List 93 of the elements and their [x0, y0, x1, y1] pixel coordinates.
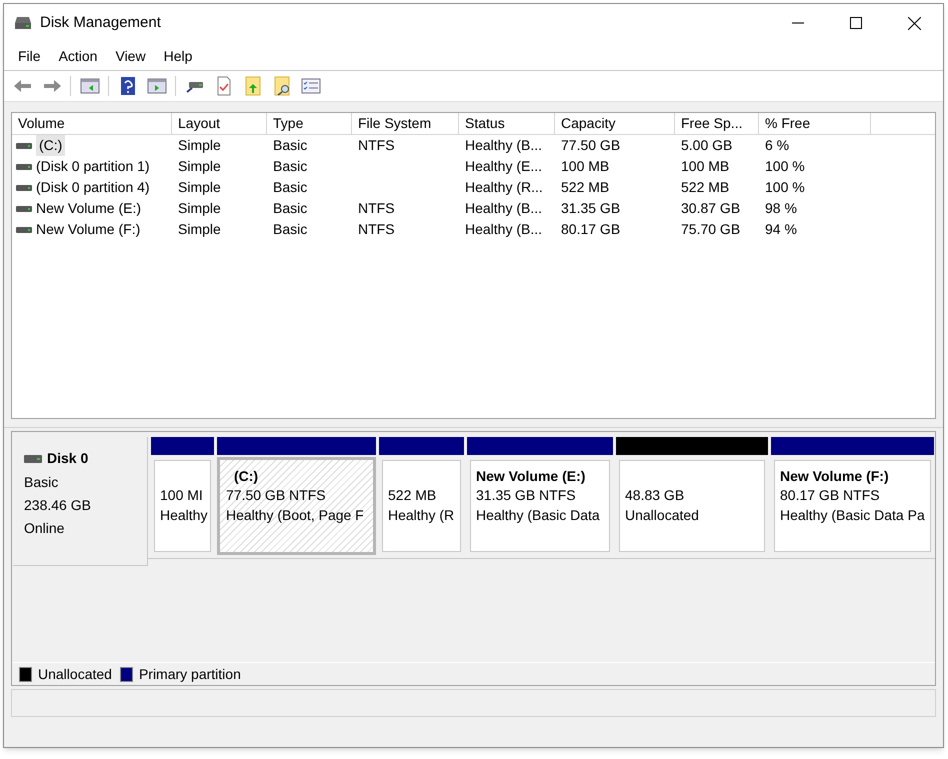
table-cell-text: 30.87 GB — [681, 199, 740, 218]
column-header[interactable]: Status — [459, 113, 555, 134]
partition-size: 48.83 GB — [625, 486, 686, 505]
partition-size: 31.35 GB NTFS — [476, 486, 577, 505]
table-cell-text: NTFS — [358, 199, 395, 218]
window-title: Disk Management — [40, 12, 161, 33]
table-cell-text: 75.70 GB — [681, 220, 740, 239]
table-cell-text: Simple — [178, 199, 221, 218]
partition-title: New Volume (F:) — [780, 467, 890, 485]
partition-status: Healthy (Basic Data Pa — [780, 506, 926, 525]
panel-icon — [80, 76, 100, 96]
partition-block[interactable]: New Volume (E:) 31.35 GB NTFS Healthy (Basic Data — [467, 457, 613, 555]
table-cell-text: Simple — [178, 157, 221, 176]
table-cell-text: Healthy (B... — [465, 220, 542, 239]
disk-size: 238.46 GB — [24, 496, 92, 515]
partition-block[interactable]: 522 MB Healthy (R — [379, 457, 464, 555]
table-cell-text: 100 MB — [561, 157, 610, 176]
disk-label-panel[interactable]: Disk 0 Basic 238.46 GB Online — [13, 437, 148, 566]
partition-block[interactable]: 48.83 GB Unallocated — [616, 457, 768, 555]
menu-item[interactable]: View — [107, 44, 154, 68]
partition-block[interactable]: (C:) 77.50 GB NTFS Healthy (Boot, Page F — [217, 457, 376, 555]
table-cell-text: 77.50 GB — [561, 136, 620, 155]
volume-icon — [16, 142, 32, 148]
table-cell-text: 80.17 GB — [561, 220, 620, 239]
table-cell-text: Basic — [273, 157, 308, 176]
table-cell-text: 100 % — [765, 157, 805, 176]
column-header[interactable]: Capacity — [555, 113, 675, 134]
table-cell-text: NTFS — [358, 136, 395, 155]
drive-label[interactable]: (Disk 0 partition 4) — [36, 177, 150, 198]
partition-title: New Volume (E:) — [476, 467, 586, 485]
disk-name: Disk 0 — [47, 449, 88, 468]
table-cell-text: 522 MB — [561, 178, 610, 197]
menu-item[interactable]: Help — [156, 44, 200, 68]
maximize-icon — [850, 17, 862, 29]
table-cell-text: 98 % — [765, 199, 797, 218]
table-cell-text: 522 MB — [681, 178, 730, 197]
column-header[interactable]: File System — [352, 113, 459, 134]
table-cell-text: Healthy (B... — [465, 136, 542, 155]
legend-label: Primary partition — [138, 664, 241, 684]
volume-icon — [16, 184, 32, 190]
table-cell-text: Basic — [273, 220, 308, 239]
drive-label[interactable]: New Volume (E:) — [36, 198, 142, 219]
properties-icon — [300, 76, 320, 96]
folder-up-icon — [242, 76, 262, 96]
menu-item[interactable]: File — [10, 44, 49, 68]
table-cell-text: Simple — [178, 136, 221, 155]
legend-label: Unallocated — [38, 664, 112, 684]
partition-size: 522 MB — [388, 486, 438, 505]
partition-block[interactable]: New Volume (F:) 80.17 GB NTFS Healthy (Basic Data Pa — [771, 457, 934, 555]
menu-item[interactable]: Action — [50, 44, 106, 68]
panel-icon — [146, 76, 166, 96]
volume-icon — [16, 206, 32, 212]
partition-block[interactable]: 100 MI Healthy — [151, 457, 214, 555]
table-cell-text: 100 % — [765, 178, 805, 197]
search-icon — [272, 76, 292, 96]
partition-title: (C:) — [233, 467, 260, 485]
column-header[interactable]: % Free — [759, 113, 871, 134]
disk-status: Online — [24, 519, 66, 538]
table-cell-text: NTFS — [358, 220, 395, 239]
table-cell-text: Healthy (E... — [465, 157, 542, 176]
table-cell-text: Basic — [273, 136, 308, 155]
column-header[interactable]: Layout — [172, 113, 267, 134]
table-cell-text: Healthy (R... — [465, 178, 543, 197]
partition-status: Healthy (Basic Data — [476, 506, 601, 525]
table-cell-text: Simple — [178, 178, 221, 197]
volume-icon — [16, 164, 32, 170]
table-cell-text: Basic — [273, 199, 308, 218]
partition-size: 100 MI — [160, 486, 204, 505]
partition-status: Healthy — [160, 506, 208, 525]
table-cell-text: 6 % — [765, 136, 790, 155]
table-cell-text: 5.00 GB — [681, 136, 732, 155]
partition-status: Healthy (R — [388, 506, 456, 525]
column-header[interactable]: Type — [267, 113, 352, 134]
close-icon — [908, 16, 920, 30]
table-cell-text: 100 MB — [681, 157, 730, 176]
drive-label[interactable]: (C:) — [36, 135, 66, 156]
partition-status: Healthy (Boot, Page F — [226, 506, 365, 525]
table-cell-text: 31.35 GB — [561, 199, 620, 218]
disk-drive-icon — [14, 15, 32, 31]
disk-type: Basic — [24, 473, 60, 492]
table-cell-text: Basic — [273, 178, 308, 197]
column-header[interactable]: Free Sp... — [675, 113, 759, 134]
partition-size: 77.50 GB NTFS — [226, 486, 327, 505]
minimize-icon — [792, 22, 804, 24]
partition-size: 80.17 GB NTFS — [780, 486, 881, 505]
drive-label[interactable]: (Disk 0 partition 1) — [36, 156, 150, 177]
partition-status: Unallocated — [625, 506, 700, 525]
drive-label[interactable]: New Volume (F:) — [36, 219, 140, 240]
table-cell-text: Simple — [178, 220, 221, 239]
volume-icon — [16, 226, 32, 232]
column-header[interactable]: Volume — [12, 113, 172, 134]
table-cell-text: 94 % — [765, 220, 797, 239]
table-cell-text: Healthy (B... — [465, 199, 542, 218]
